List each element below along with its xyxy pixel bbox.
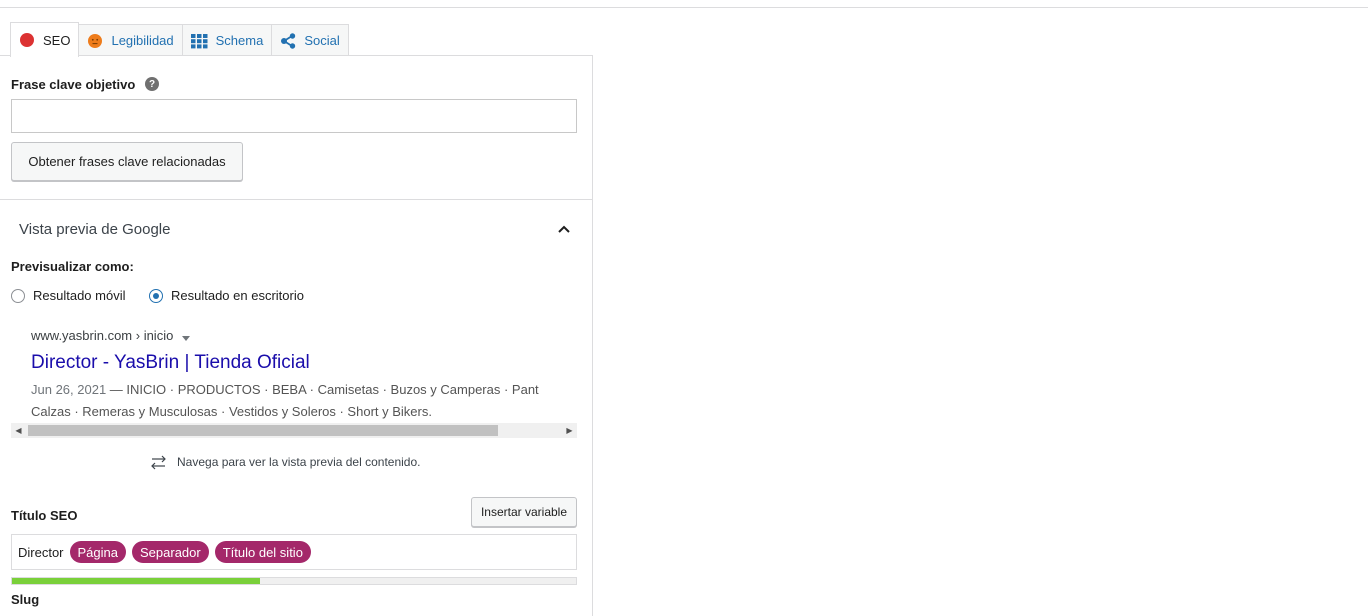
grid-icon [190, 33, 208, 49]
radio-desktop-circle[interactable] [149, 288, 163, 303]
radio-mobile-label: Resultado móvil [33, 288, 126, 303]
tab-social-label: Social [304, 33, 340, 48]
tab-readability[interactable]: Legibilidad [78, 24, 183, 56]
serp-url-text: www.yasbrin.com › inicio [31, 328, 174, 343]
seo-title-label: Título SEO [11, 508, 78, 523]
caret-down-icon [181, 329, 190, 344]
scroll-left-icon[interactable]: ◀ [11, 423, 26, 438]
orange-face-icon [87, 33, 103, 49]
seo-panel: Frase clave objetivo ? Obtener frases cl… [0, 55, 593, 616]
chevron-up-icon[interactable] [556, 221, 572, 242]
tab-seo[interactable]: SEO [10, 22, 80, 57]
serp-url: www.yasbrin.com › inicio [31, 328, 190, 344]
navigate-hint: Navega para ver la vista previa del cont… [150, 454, 420, 470]
tab-schema-label: Schema [215, 33, 264, 48]
variable-chip-site-title[interactable]: Título del sitio [214, 541, 311, 563]
serp-desc-text1: — INICIO · PRODUCTOS · BEBA · Camisetas … [106, 382, 539, 397]
seo-title-prefix: Director [18, 544, 64, 560]
swap-arrows-icon [150, 454, 167, 470]
share-icon [280, 32, 296, 49]
keyphrase-label: Frase clave objetivo [11, 77, 136, 92]
seo-title-input[interactable]: Director Página Separador Título del sit… [11, 534, 577, 570]
keyphrase-input[interactable] [11, 99, 577, 133]
related-keyphrases-button[interactable]: Obtener frases clave relacionadas [11, 142, 243, 181]
seo-title-progress [11, 577, 577, 585]
metabox-tabs: SEO Legibilidad Schema Social [10, 22, 349, 57]
red-dot-icon [19, 32, 35, 48]
serp-title[interactable]: Director - YasBrin | Tienda Oficial [31, 352, 310, 374]
help-icon[interactable]: ? [145, 77, 159, 91]
tab-readability-label: Legibilidad [111, 33, 174, 48]
google-preview-title: Vista previa de Google [19, 221, 171, 238]
scroll-right-icon[interactable]: ▶ [562, 423, 577, 438]
seo-title-progress-fill [12, 578, 261, 584]
serp-description-line2: Calzas · Remeras y Musculosas · Vestidos… [31, 404, 432, 419]
serp-description-line1: Jun 26, 2021 — INICIO · PRODUCTOS · BEBA… [31, 382, 577, 397]
tab-social[interactable]: Social [271, 24, 349, 56]
radio-mobile-circle[interactable] [11, 288, 25, 303]
variable-chip-page[interactable]: Página [69, 541, 126, 563]
slug-label: Slug [11, 592, 40, 607]
tab-seo-label: SEO [43, 32, 71, 48]
navigate-hint-text: Navega para ver la vista previa del cont… [177, 455, 421, 469]
top-divider [0, 7, 1368, 8]
preview-as-label: Previsualizar como: [11, 259, 134, 274]
radio-desktop-label: Resultado en escritorio [171, 288, 304, 303]
radio-mobile[interactable]: Resultado móvil [11, 288, 126, 303]
serp-date: Jun 26, 2021 [31, 382, 107, 397]
radio-desktop[interactable]: Resultado en escritorio [149, 288, 304, 303]
variable-chip-separator[interactable]: Separador [132, 541, 209, 563]
scrollbar-thumb[interactable] [28, 425, 498, 436]
insert-variable-button[interactable]: Insertar variable [471, 497, 577, 527]
preview-scrollbar[interactable]: ◀ ▶ [11, 423, 577, 438]
section-divider [0, 199, 593, 200]
tab-schema[interactable]: Schema [181, 24, 273, 56]
